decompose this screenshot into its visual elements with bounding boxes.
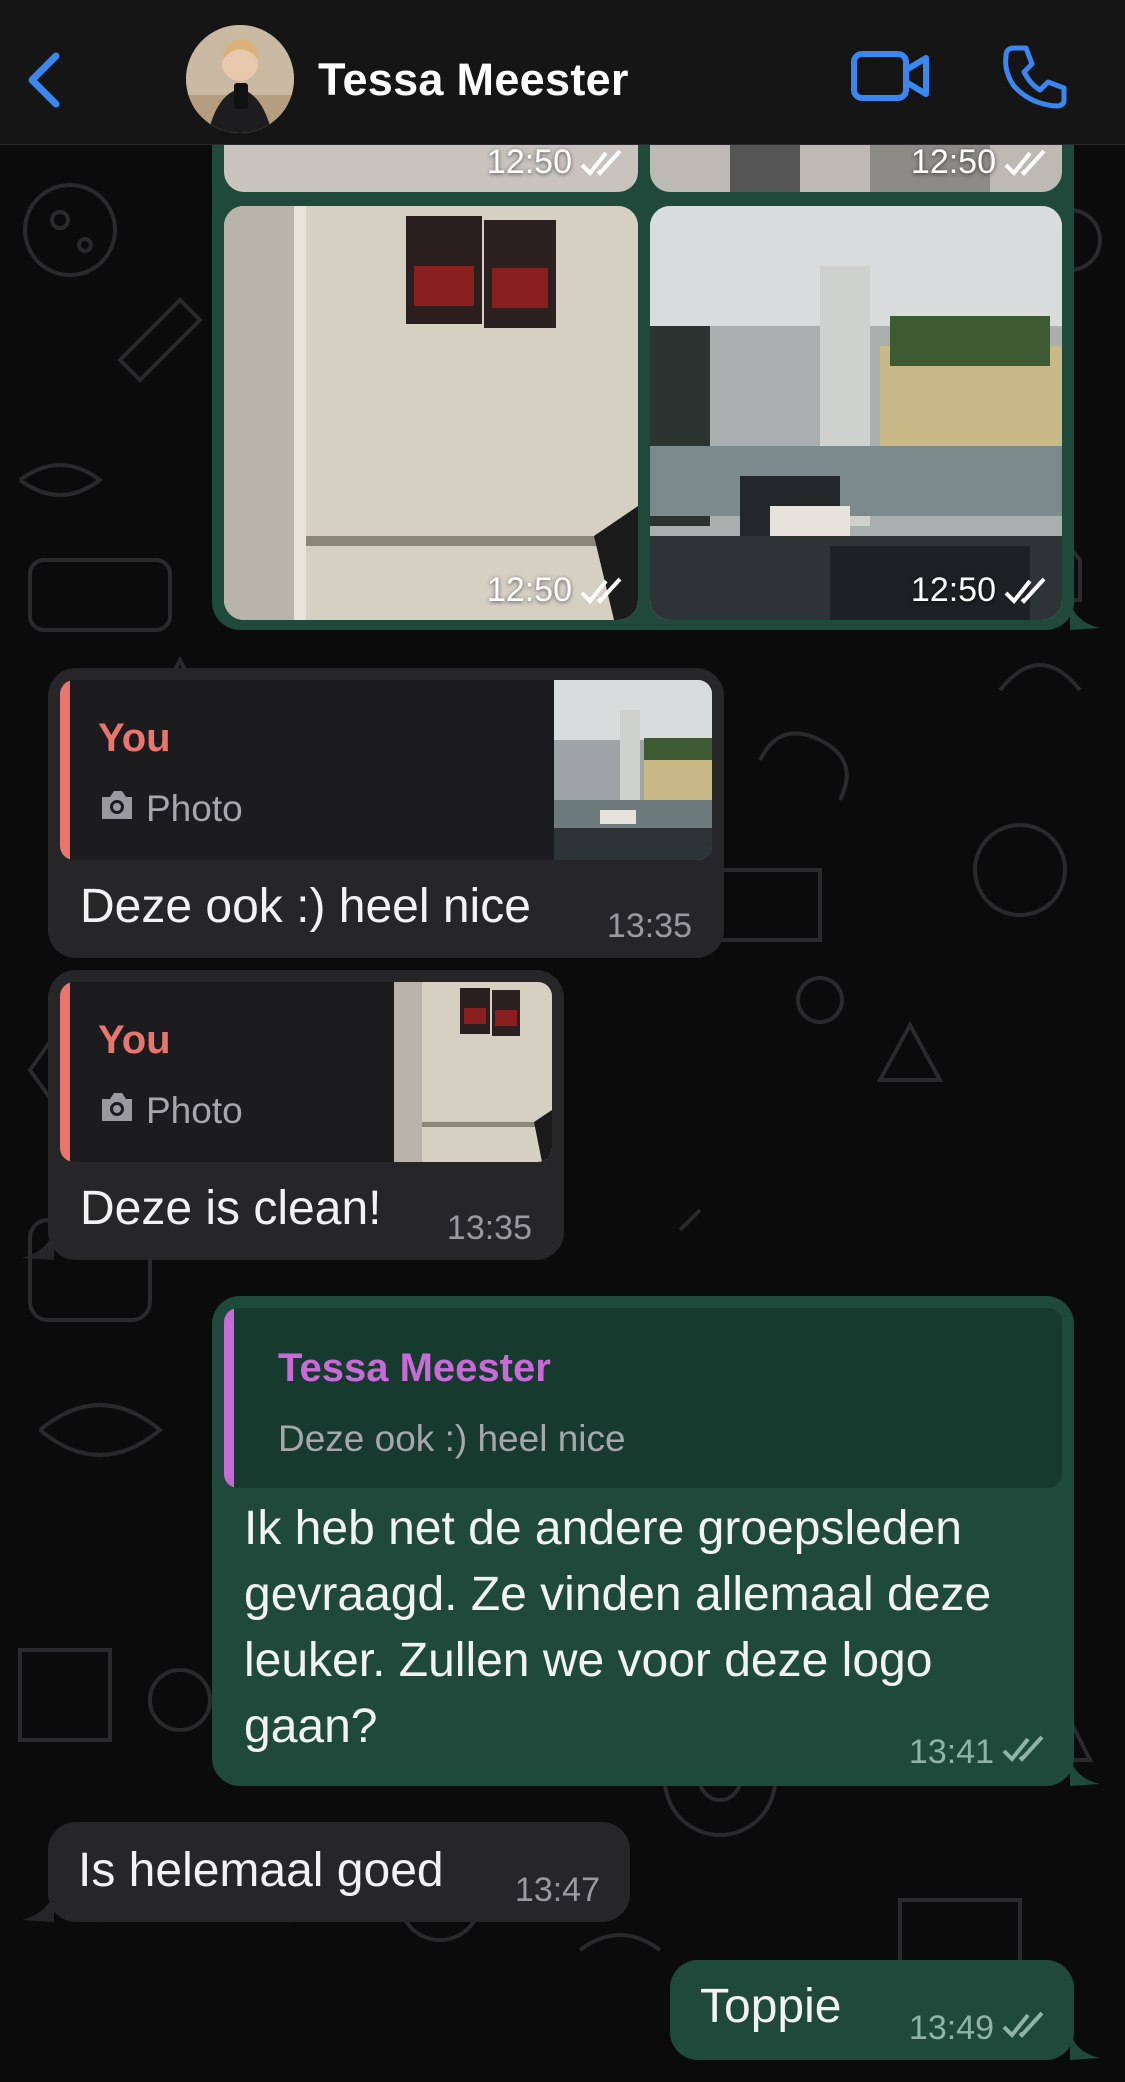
photo-timestamp: 12:50 <box>487 571 624 610</box>
message-timestamp: 13:41 <box>909 1733 1046 1772</box>
message-timestamp: 13:49 <box>909 2009 1046 2048</box>
double-check-icon <box>1002 2009 1046 2048</box>
double-check-icon <box>580 577 624 605</box>
photo-album-bubble: 12:50 12:50 12:50 12:50 <box>212 40 1100 630</box>
phone-icon[interactable] <box>1000 42 1070 112</box>
chevron-left-icon[interactable] <box>22 50 66 110</box>
double-check-icon <box>1004 149 1048 177</box>
quote-accent-bar <box>60 680 70 860</box>
message-text: Toppie <box>700 1980 842 2033</box>
chat-header: Tessa Meester <box>0 0 1125 145</box>
message-text: Deze is clean! <box>80 1182 382 1235</box>
quote-type: Photo <box>98 788 243 830</box>
quoted-message[interactable]: You Photo <box>60 982 552 1162</box>
quote-sender: You <box>98 716 171 760</box>
message-bubble-outgoing[interactable]: Toppie 13:49 <box>670 1960 1100 2060</box>
camera-icon <box>98 1090 136 1132</box>
photo-timestamp: 12:50 <box>911 143 1048 182</box>
message-bubble-incoming[interactable]: You Photo Deze is clean! 13:35 <box>48 970 564 1260</box>
message-timestamp: 13:35 <box>446 1209 532 1247</box>
photo-timestamp: 12:50 <box>487 143 624 182</box>
double-check-icon <box>1002 1733 1046 1772</box>
bubble-tail <box>22 1228 54 1260</box>
message-bubble-incoming[interactable]: Is helemaal goed 13:47 <box>48 1822 630 1922</box>
double-check-icon <box>1004 577 1048 605</box>
quote-accent-bar <box>224 1308 234 1488</box>
quote-accent-bar <box>60 982 70 1162</box>
message-timestamp: 13:35 <box>606 907 692 945</box>
photo-thumbnail[interactable]: 12:50 <box>224 206 638 620</box>
photo-timestamp: 12:50 <box>911 571 1048 610</box>
bubble-tail <box>22 1890 54 1922</box>
quoted-message[interactable]: You Photo <box>60 680 712 860</box>
message-timestamp: 13:47 <box>514 1871 600 1909</box>
quoted-photo-thumbnail <box>554 680 712 860</box>
contact-name[interactable]: Tessa Meester <box>318 54 629 106</box>
avatar[interactable] <box>186 25 294 133</box>
quote-sender: Tessa Meester <box>278 1346 551 1390</box>
quote-text: Deze ook :) heel nice <box>278 1418 626 1459</box>
photo-thumbnail[interactable]: 12:50 <box>650 206 1062 620</box>
message-text: Ik heb net de andere groepsleden gevraag… <box>244 1502 992 1753</box>
quoted-message[interactable]: Tessa Meester Deze ook :) heel nice <box>224 1308 1062 1488</box>
message-text: Is helemaal goed <box>78 1844 444 1897</box>
camera-icon <box>98 788 136 830</box>
quoted-photo-thumbnail <box>394 982 552 1162</box>
quote-sender: You <box>98 1018 171 1062</box>
video-camera-icon[interactable] <box>850 48 932 104</box>
message-bubble-outgoing[interactable]: Tessa Meester Deze ook :) heel nice Ik h… <box>212 1296 1100 1786</box>
double-check-icon <box>580 149 624 177</box>
message-bubble-incoming[interactable]: You Photo Deze ook :) heel nice 13:35 <box>48 668 724 958</box>
message-text: Deze ook :) heel nice <box>80 880 531 933</box>
quote-type: Photo <box>98 1090 243 1132</box>
